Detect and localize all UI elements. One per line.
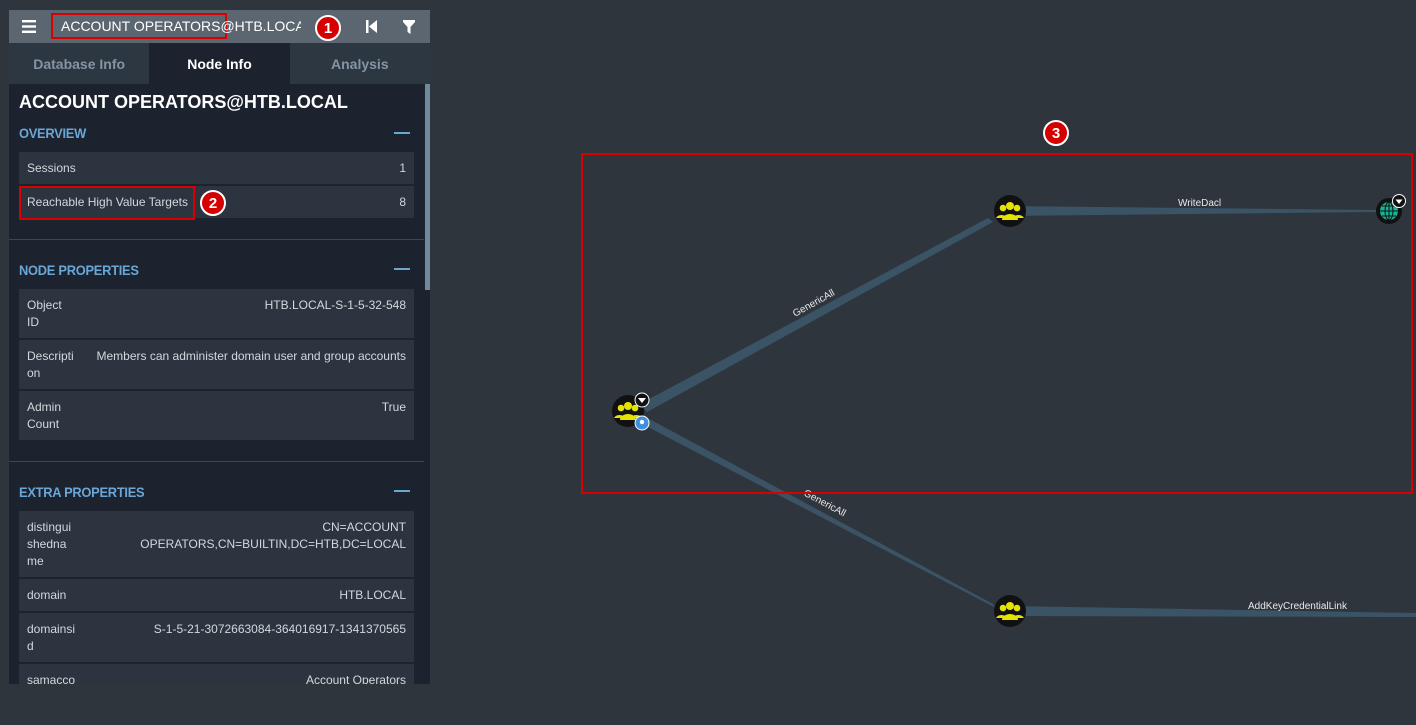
row-key: on xyxy=(27,366,41,380)
search-input[interactable]: ACCOUNT OPERATORS@HTB.LOCAL xyxy=(51,13,301,39)
group-node-top[interactable] xyxy=(994,195,1026,227)
property-row-admin-count: Admin Count True xyxy=(19,391,414,440)
property-row-description: Descripti on Members can administer domai… xyxy=(19,340,414,389)
row-key: d xyxy=(27,639,34,653)
edge-genericall-bottom[interactable] xyxy=(640,414,996,608)
tab-database-info[interactable]: Database Info xyxy=(9,43,149,84)
row-key: domain xyxy=(27,588,67,602)
group-node-account-operators[interactable] xyxy=(612,392,650,431)
row-value: Account Operators xyxy=(305,673,406,684)
row-key: distingui xyxy=(27,520,72,534)
edge-addkeycredentiallink[interactable] xyxy=(1010,606,1416,617)
row-key: samacco xyxy=(27,673,76,684)
row-value: CN=ACCOUNT xyxy=(322,520,406,534)
property-row-object-id: Object ID HTB.LOCAL-S-1-5-32-548 xyxy=(19,289,414,338)
annotation-badge-1: 1 xyxy=(315,15,341,41)
collapse-node-properties-icon[interactable] xyxy=(394,268,410,270)
edge-genericall-top[interactable] xyxy=(640,218,993,412)
filter-icon[interactable] xyxy=(399,10,419,43)
collapse-overview-icon[interactable] xyxy=(394,132,410,134)
panel-tabs: Database Info Node Info Analysis xyxy=(9,43,430,84)
domain-node[interactable] xyxy=(1376,194,1406,225)
extra-row-distinguishedname: distingui shedna me CN=ACCOUNT OPERATORS,CN… xyxy=(19,511,414,577)
row-value: HTB.LOCAL xyxy=(339,588,406,602)
hamburger-icon[interactable] xyxy=(19,10,39,43)
collapse-extra-properties-icon[interactable] xyxy=(394,490,410,492)
side-panel: ACCOUNT OPERATORS@HTB.LOCAL Database Inf… xyxy=(9,10,430,684)
overview-heading[interactable]: OVERVIEW xyxy=(19,125,86,141)
row-value: 1 xyxy=(399,161,406,175)
row-key: ID xyxy=(27,315,39,329)
group-node-bottom[interactable] xyxy=(994,595,1026,627)
edge-label-addkeycredentiallink: AddKeyCredentialLink xyxy=(1248,601,1348,612)
row-key: shedna xyxy=(27,537,67,551)
annotation-badge-2: 2 xyxy=(200,190,226,216)
divider xyxy=(9,461,424,462)
extra-row-domainsid: domainsi d S-1-5-21-3072663084-364016917-… xyxy=(19,613,414,662)
row-value: True xyxy=(381,400,406,414)
row-key: Object xyxy=(27,298,62,312)
row-key: Count xyxy=(27,417,60,431)
annotation-badge-3: 3 xyxy=(1043,120,1069,146)
row-value: Members can administer domain user and g… xyxy=(96,349,407,363)
node-info-content[interactable]: ACCOUNT OPERATORS@HTB.LOCAL OVERVIEW Ses… xyxy=(9,84,424,684)
row-value: OPERATORS,CN=BUILTIN,DC=HTB,DC=LOCAL xyxy=(140,537,406,551)
row-value: HTB.LOCAL-S-1-5-32-548 xyxy=(264,298,406,312)
edge-label-writedacl: WriteDacl xyxy=(1178,198,1221,209)
row-value: S-1-5-21-3072663084-364016917-1341370565 xyxy=(153,622,406,636)
extra-row-domain: domain HTB.LOCAL xyxy=(19,579,414,611)
row-key: me xyxy=(27,554,44,568)
search-bar-container: ACCOUNT OPERATORS@HTB.LOCAL xyxy=(9,10,430,43)
extra-row-samaccountname: samacco Account Operators xyxy=(19,664,414,684)
extra-properties-heading[interactable]: EXTRA PROPERTIES xyxy=(19,484,145,500)
row-key: Descripti xyxy=(27,349,74,363)
node-properties-heading[interactable]: NODE PROPERTIES xyxy=(19,262,139,278)
tab-node-info[interactable]: Node Info xyxy=(149,43,290,84)
skip-back-icon[interactable] xyxy=(361,10,381,43)
row-value: 8 xyxy=(399,195,406,209)
panel-scrollbar[interactable] xyxy=(425,84,430,290)
overview-row-sessions[interactable]: Sessions 1 xyxy=(19,152,414,184)
divider xyxy=(9,239,424,240)
tab-analysis[interactable]: Analysis xyxy=(290,43,430,84)
highlight-box-reachable xyxy=(19,186,195,220)
row-key: domainsi xyxy=(27,622,76,636)
row-key: Admin xyxy=(27,400,62,414)
row-key: Sessions xyxy=(27,161,76,175)
node-title: ACCOUNT OPERATORS@HTB.LOCAL xyxy=(19,92,348,112)
